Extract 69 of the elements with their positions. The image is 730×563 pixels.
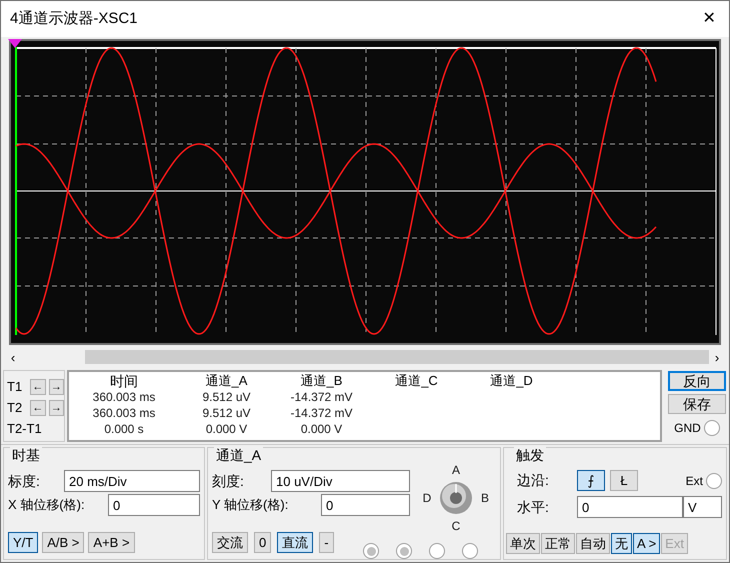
mode-button[interactable]: A+B >	[88, 532, 135, 553]
readout-cell-text: 0.000 V	[300, 421, 344, 437]
readout-cell-text: 360.003 ms	[92, 389, 156, 405]
trigger-mode-button[interactable]: 单次	[506, 533, 540, 554]
knob-label: B	[480, 490, 489, 507]
right-arrow-button[interactable]: →	[48, 400, 64, 416]
channel-radio[interactable]	[462, 543, 478, 559]
edge-button[interactable]: Ł	[610, 470, 638, 491]
right-arrow-button[interactable]: →	[48, 379, 64, 395]
trigger-mode-button[interactable]: A >	[633, 533, 660, 554]
cursor-label: T1	[7, 378, 24, 396]
action-button[interactable]: 反向	[668, 371, 726, 391]
cursor-label: T2-T1	[7, 420, 42, 438]
column-header: 通道_B	[300, 373, 344, 389]
input-field[interactable]: 0	[321, 494, 410, 516]
cursor-label: T2	[7, 399, 24, 418]
trigger-mode-button[interactable]: 无	[611, 533, 632, 554]
trigger-mode-button[interactable]: 正常	[541, 533, 575, 554]
gnd-radio[interactable]	[704, 420, 720, 436]
edge-button[interactable]: ⨍	[577, 470, 605, 491]
column-header: 通道_D	[489, 373, 534, 389]
readout-cell-text: -14.372 mV	[289, 405, 354, 421]
field-label: 标度:	[8, 472, 41, 490]
window-title: 4通道示波器-XSC1	[9, 8, 138, 29]
cursor-marker-icon	[8, 39, 22, 48]
scrollbar-thumb[interactable]	[85, 350, 709, 364]
input-field[interactable]: 0	[108, 494, 200, 516]
close-button[interactable]: ✕	[689, 4, 729, 34]
readout-cell-text: 9.512 uV	[201, 389, 252, 405]
readout-cell-text: 360.003 ms	[92, 405, 156, 421]
knob-label: C	[452, 518, 460, 535]
coupling-button[interactable]: 0	[254, 532, 272, 553]
trigger-mode-button[interactable]: 自动	[576, 533, 610, 554]
field-label: 刻度:	[212, 472, 245, 490]
channel-radio[interactable]	[363, 543, 379, 559]
knob-label: D	[422, 490, 432, 507]
readout-cell-text: 9.512 uV	[201, 405, 252, 421]
coupling-button[interactable]: -	[319, 532, 334, 553]
channel-radio[interactable]	[429, 543, 445, 559]
input-field[interactable]: 20 ms/Div	[64, 470, 200, 492]
knob-label: A	[452, 462, 460, 479]
section-title: 通道_A	[214, 445, 264, 466]
input-field[interactable]: 0	[577, 496, 683, 518]
ext-radio[interactable]	[706, 472, 722, 488]
ext-label: Ext	[686, 472, 703, 490]
column-header: 通道_C	[394, 373, 439, 389]
readout-cell-text: -14.372 mV	[289, 389, 354, 405]
mode-button[interactable]: Y/T	[8, 532, 38, 553]
left-arrow-button[interactable]: ←	[30, 379, 46, 395]
readout-cell-text: 0.000 s	[103, 421, 145, 437]
field-label: Y 轴位移(格):	[212, 496, 290, 514]
field-label: X 轴位移(格):	[8, 496, 86, 514]
readout-cell-text: 0.000 V	[204, 421, 248, 437]
coupling-button[interactable]: 交流	[212, 532, 248, 553]
column-header: 通道_A	[204, 373, 248, 389]
coupling-button[interactable]: 直流	[277, 532, 314, 553]
mode-button[interactable]: A/B >	[42, 532, 84, 553]
selector-knob-icon[interactable]	[439, 481, 473, 515]
column-header: 时间	[109, 373, 139, 389]
scroll-left-button[interactable]: ‹	[5, 349, 21, 365]
field-label: 边沿:	[517, 471, 550, 490]
action-button[interactable]: 保存	[668, 394, 726, 414]
channel-radio[interactable]	[396, 543, 412, 559]
unit-field[interactable]: V	[683, 496, 722, 518]
input-field[interactable]: 10 uV/Div	[271, 470, 410, 492]
field-label: 水平:	[517, 498, 550, 516]
left-arrow-button[interactable]: ←	[30, 400, 46, 416]
gnd-label: GND	[674, 420, 701, 437]
scroll-right-button[interactable]: ›	[709, 349, 725, 365]
